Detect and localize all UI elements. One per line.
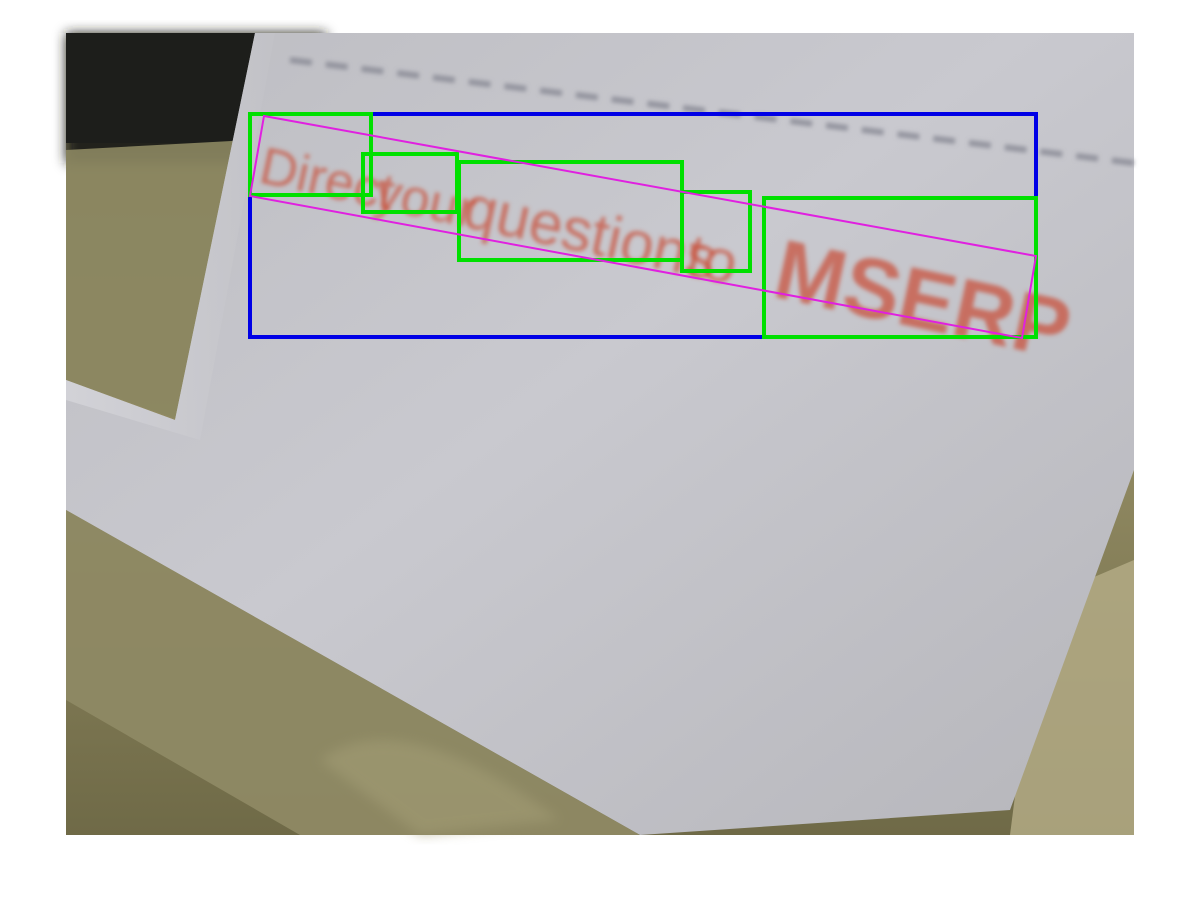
photo-canvas: Direct your questions to MSERP xyxy=(66,33,1135,835)
image-stage: Direct your questions to MSERP xyxy=(0,0,1200,900)
